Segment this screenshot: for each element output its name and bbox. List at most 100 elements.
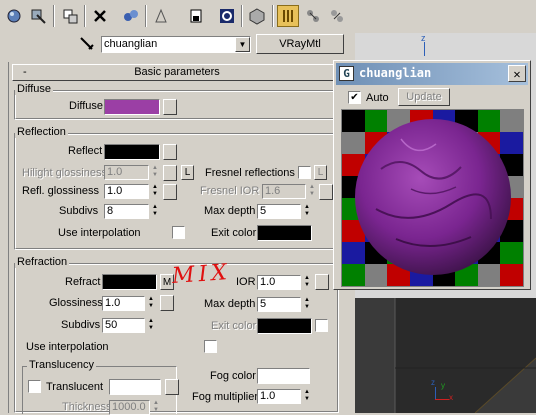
material-name-field[interactable]: chuanglian ▼	[101, 36, 251, 53]
diffuse-label: Diffuse	[69, 100, 104, 112]
show-map-icon[interactable]	[216, 5, 238, 27]
spinner-arrows-icon[interactable]: ▲ ▼	[146, 318, 156, 333]
fresnel-reflections-checkbox[interactable]	[298, 166, 311, 179]
app-logo-icon: G	[339, 66, 354, 81]
rollout-header[interactable]: - Basic parameters	[12, 64, 342, 81]
go-forward-icon[interactable]	[302, 5, 324, 27]
fog-color-swatch[interactable]	[257, 368, 310, 384]
make-unique-icon[interactable]	[120, 5, 142, 27]
refraction-subdivs-label: Subdivs	[61, 319, 101, 331]
reflect-map-button[interactable]	[163, 144, 177, 160]
reflection-group: Reflection Reflect Hilight glossiness 1.…	[14, 126, 339, 250]
preview-title: chuanglian	[359, 66, 432, 80]
reflection-use-interpolation-label: Use interpolation	[58, 227, 141, 239]
fresnel-ior-label: Fresnel IOR	[200, 185, 260, 197]
auto-checkbox[interactable]: ✔	[348, 91, 361, 104]
material-type-button[interactable]: VRayMtl	[256, 34, 344, 54]
fresnel-lock-button[interactable]: L	[314, 165, 327, 180]
reflection-exit-color-swatch[interactable]	[257, 225, 312, 241]
glossiness-spinner[interactable]: 1.0 ▲ ▼	[102, 296, 156, 311]
refraction-subdivs-spinner[interactable]: 50 ▲ ▼	[102, 318, 156, 333]
assign-icon[interactable]	[59, 5, 81, 27]
hilight-lock-button[interactable]: L	[181, 165, 194, 180]
translucency-group-title: Translucency	[27, 359, 97, 371]
rollout-title: Basic parameters	[134, 66, 220, 78]
glossiness-value[interactable]: 1.0	[102, 296, 145, 311]
reflection-group-title: Reflection	[15, 126, 68, 138]
axis-x-label: x	[449, 393, 453, 402]
refraction-max-depth-label: Max depth	[204, 298, 256, 310]
glossiness-map-button[interactable]	[160, 295, 174, 311]
go-to-parent-icon[interactable]	[277, 5, 299, 27]
hilight-glossiness-spinner[interactable]: 1.0 ▲ ▼	[104, 165, 160, 180]
ior-spinner[interactable]: 1.0 ▲ ▼	[257, 275, 312, 290]
hilight-map-button[interactable]	[163, 165, 177, 181]
refraction-use-interpolation-label: Use interpolation	[26, 341, 109, 353]
spinner-arrows-icon[interactable]: ▲ ▼	[302, 204, 312, 219]
refl-glossiness-spinner[interactable]: 1.0 ▲ ▼	[104, 184, 160, 199]
refraction-exit-color-swatch[interactable]	[257, 318, 312, 334]
auto-label: Auto	[366, 92, 389, 104]
refraction-group-title: Refraction	[15, 256, 70, 268]
reflection-max-depth-label: Max depth	[204, 205, 256, 217]
fresnel-ior-value[interactable]: 1.6	[262, 184, 306, 199]
translucent-checkbox[interactable]	[28, 380, 41, 393]
fog-multiplier-spinner[interactable]: 1.0 ▲ ▼	[257, 389, 312, 404]
material-effects-icon[interactable]	[185, 5, 207, 27]
reflection-max-depth-value[interactable]: 5	[257, 204, 301, 219]
preview-title-bar[interactable]: G chuanglian ✕	[336, 63, 528, 85]
diffuse-color-swatch[interactable]	[104, 99, 160, 115]
get-material-icon[interactable]	[3, 5, 25, 27]
show-end-result-icon[interactable]	[246, 5, 268, 27]
diffuse-group: Diffuse Diffuse	[14, 83, 339, 120]
diffuse-map-button[interactable]	[163, 99, 177, 115]
refraction-max-depth-spinner[interactable]: 5 ▲ ▼	[257, 297, 312, 312]
spinner-arrows-icon[interactable]: ▲ ▼	[302, 297, 312, 312]
put-to-library-icon[interactable]	[150, 5, 172, 27]
spinner-arrows-icon[interactable]: ▲ ▼	[307, 184, 317, 199]
parameters-panel: - Basic parameters Diffuse Diffuse Refle…	[8, 62, 349, 415]
refraction-subdivs-value[interactable]: 50	[102, 318, 145, 333]
refraction-exit-color-checkbox[interactable]	[315, 319, 328, 332]
reflection-exit-color-label: Exit color	[211, 227, 257, 239]
pick-material-icon[interactable]	[78, 36, 96, 52]
eyedropper-icon[interactable]	[326, 5, 348, 27]
delete-icon[interactable]	[89, 5, 111, 27]
reflection-max-depth-spinner[interactable]: 5 ▲ ▼	[257, 204, 312, 219]
ior-map-button[interactable]	[315, 274, 329, 290]
refl-glossiness-map-button[interactable]	[163, 184, 177, 200]
ior-value[interactable]: 1.0	[257, 275, 301, 290]
fresnel-ior-spinner[interactable]: 1.6 ▲ ▼	[262, 184, 317, 199]
spinner-arrows-icon[interactable]: ▲ ▼	[302, 389, 312, 404]
translucent-map-button[interactable]	[165, 379, 179, 395]
refraction-max-depth-value[interactable]: 5	[257, 297, 301, 312]
refl-glossiness-value[interactable]: 1.0	[104, 184, 149, 199]
hilight-glossiness-value[interactable]: 1.0	[104, 165, 149, 180]
spinner-arrows-icon[interactable]: ▲ ▼	[150, 165, 160, 180]
refraction-exit-color-label: Exit color	[211, 320, 257, 332]
update-button[interactable]: Update	[398, 88, 450, 106]
close-icon[interactable]: ✕	[508, 65, 526, 82]
translucency-group: Translucency Translucent Thickness 1000.…	[22, 359, 179, 415]
put-to-scene-icon[interactable]	[27, 5, 49, 27]
reflection-subdivs-value[interactable]: 8	[104, 204, 149, 219]
reflection-use-interpolation-checkbox[interactable]	[172, 226, 185, 239]
spinner-arrows-icon[interactable]: ▲ ▼	[150, 204, 160, 219]
spinner-arrows-icon[interactable]: ▲ ▼	[302, 275, 312, 290]
reflect-color-swatch[interactable]	[104, 144, 160, 160]
refract-color-swatch[interactable]	[102, 274, 157, 290]
refract-label: Refract	[65, 276, 101, 288]
axis-y-label: y	[441, 381, 445, 390]
fresnel-ior-map-button[interactable]	[319, 184, 333, 200]
spinner-arrows-icon[interactable]: ▲ ▼	[146, 296, 156, 311]
refraction-use-interpolation-checkbox[interactable]	[204, 340, 217, 353]
fog-multiplier-label: Fog multiplier	[192, 391, 259, 403]
fog-color-label: Fog color	[210, 370, 256, 382]
translucent-color-swatch[interactable]	[109, 379, 161, 395]
preview-window[interactable]: G chuanglian ✕ ✔ Auto Update	[333, 60, 531, 290]
material-name-value: chuanglian	[104, 38, 158, 50]
reflection-subdivs-spinner[interactable]: 8 ▲ ▼	[104, 204, 160, 219]
fog-multiplier-value[interactable]: 1.0	[257, 389, 301, 404]
material-dropdown-button[interactable]: ▼	[235, 37, 250, 52]
spinner-arrows-icon[interactable]: ▲ ▼	[150, 184, 160, 199]
